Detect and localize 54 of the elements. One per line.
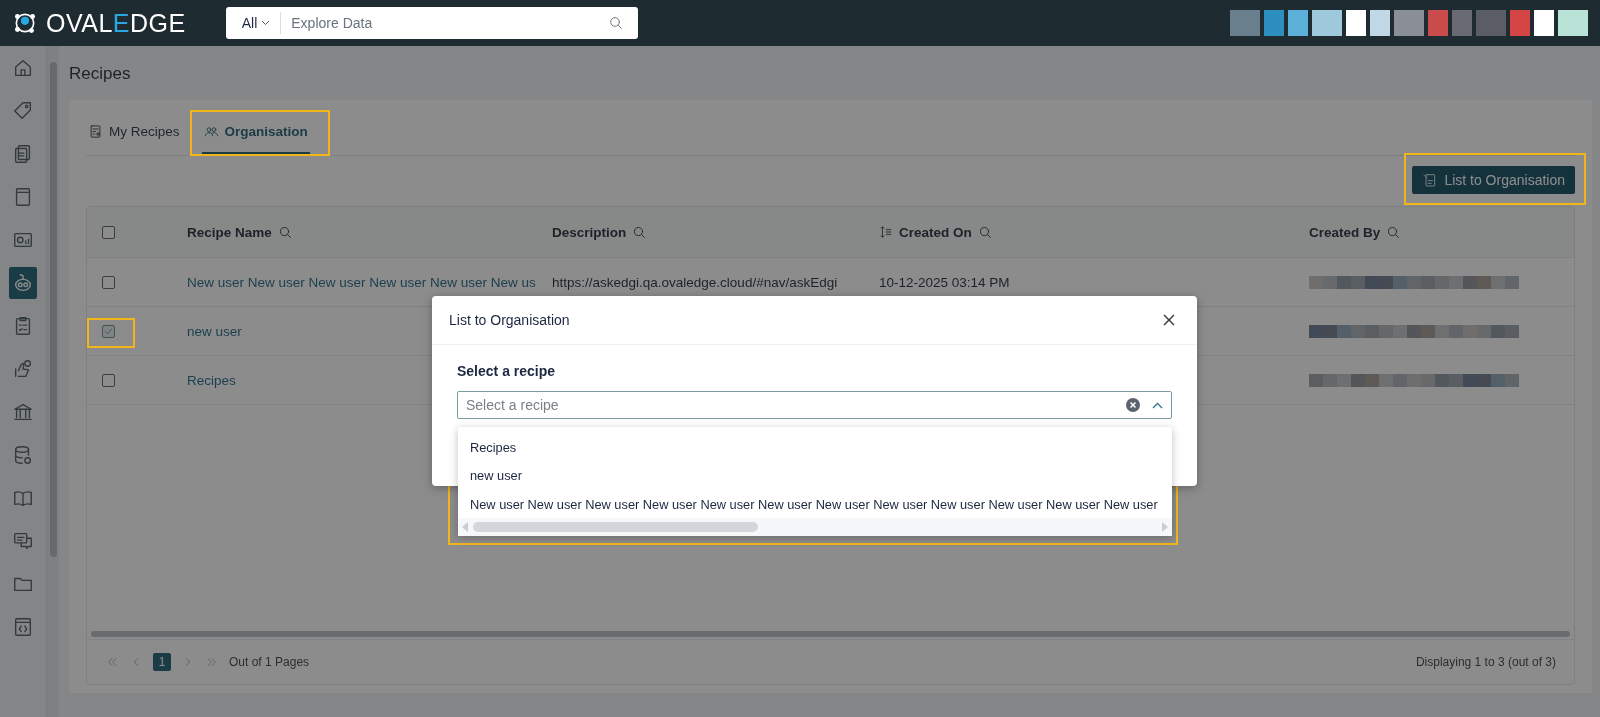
close-icon[interactable]	[1161, 312, 1177, 328]
last-page-icon	[205, 655, 219, 669]
recipe-name-link[interactable]: Recipes	[187, 372, 236, 388]
recipe-name-link[interactable]: New user New user New user New user New user New us	[187, 274, 536, 290]
logo-text: OVALEDGE	[46, 8, 186, 38]
dropdown-option[interactable]: New user New user New user New user New user New user New user New user New user New user New user New user	[458, 489, 1172, 519]
caret-icon[interactable]	[261, 20, 271, 26]
database-icon	[12, 444, 34, 466]
recipe-icon	[88, 124, 103, 139]
table-cell: https://askedgi.qa.ovaledge.cloud/#nav/askEdgi	[552, 274, 838, 290]
field-label: Select a recipe	[457, 363, 557, 379]
bank-icon	[12, 401, 34, 423]
search-icon	[1386, 224, 1402, 240]
people-icon	[203, 124, 219, 139]
clear-icon[interactable]	[1126, 398, 1140, 412]
hand-icon	[12, 358, 34, 380]
code-icon	[12, 616, 34, 638]
page-count-text: Out of 1 Pages	[229, 655, 310, 669]
sort-icon[interactable]	[879, 225, 893, 239]
tab[interactable]: My Recipes	[86, 111, 182, 155]
scrollbar-thumb[interactable]	[473, 522, 758, 533]
highlight-frame	[87, 318, 135, 348]
row-checkbox[interactable]	[102, 324, 115, 338]
home-icon	[12, 57, 34, 79]
page-number-button[interactable]: 1	[153, 653, 171, 671]
search-icon	[277, 224, 293, 240]
dropdown-option[interactable]: new user	[458, 461, 1172, 490]
tag-icon	[12, 100, 34, 122]
chat-icon	[12, 530, 34, 552]
column-header[interactable]: Created By	[1309, 224, 1381, 240]
select-all-checkbox[interactable]	[102, 225, 115, 239]
column-header[interactable]: Description	[552, 224, 627, 240]
list-to-organisation-button[interactable]: List to Organisation	[1412, 166, 1575, 194]
page-title: Recipes	[69, 64, 132, 84]
column-header[interactable]: Created On	[879, 224, 972, 240]
dialog-title: List to Organisation	[449, 312, 570, 328]
horizontal-scrollbar[interactable]	[91, 631, 1570, 637]
search-icon	[632, 224, 648, 240]
first-page-icon	[105, 655, 119, 669]
table-cell: 10-12-2025 03:14 PM	[879, 274, 1010, 290]
search-icon	[977, 224, 993, 240]
row-checkbox[interactable]	[102, 373, 115, 387]
display-summary: Displaying 1 to 3 (out of 3)	[1415, 655, 1556, 669]
search-field[interactable]: All Explore Data	[225, 7, 638, 39]
row-checkbox[interactable]	[102, 275, 115, 289]
caret-icon[interactable]	[1152, 401, 1163, 409]
tab[interactable]: Organisation	[201, 111, 310, 155]
column-header[interactable]: Recipe Name	[187, 224, 272, 240]
dropdown-option[interactable]: Recipes	[458, 432, 1172, 462]
sidebar-item[interactable]	[9, 267, 37, 299]
robot-icon	[12, 272, 34, 294]
recipe-name-link[interactable]: new user	[187, 323, 242, 339]
search-icon	[607, 15, 624, 31]
recipe-select[interactable]: Select a recipe	[457, 391, 1172, 419]
